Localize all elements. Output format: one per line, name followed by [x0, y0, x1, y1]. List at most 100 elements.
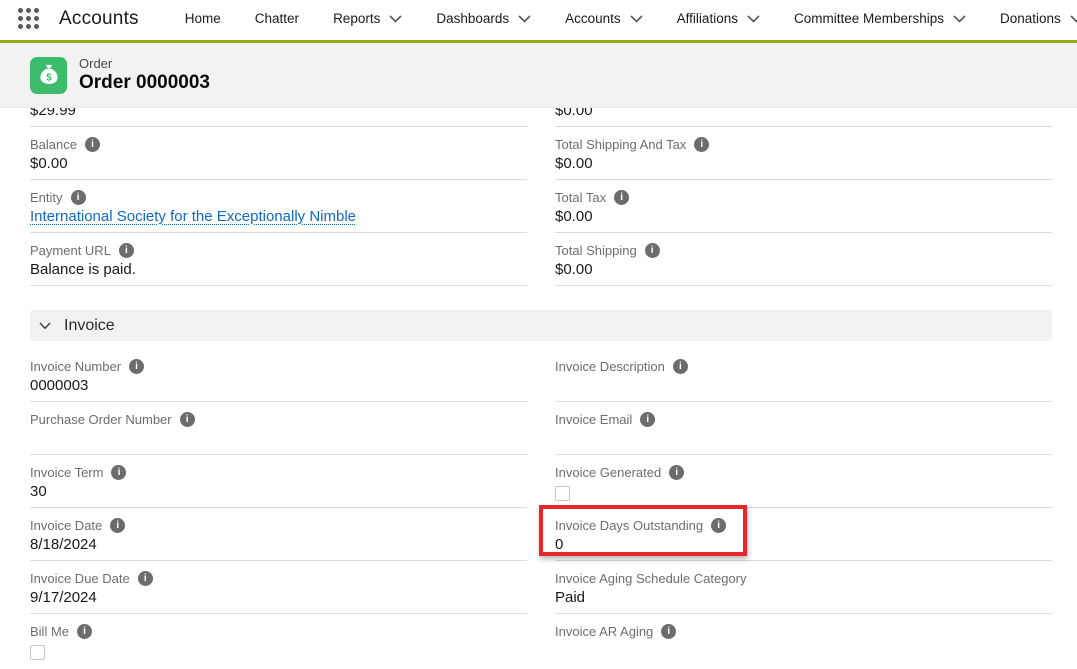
info-icon[interactable] [180, 412, 195, 427]
field-row-total-shipping: Total Shipping $0.00 [555, 233, 1052, 286]
chevron-down-icon[interactable] [953, 15, 966, 23]
info-icon[interactable] [645, 243, 660, 258]
info-icon[interactable] [669, 465, 684, 480]
field-label: Invoice AR Aging [555, 624, 653, 639]
info-icon[interactable] [711, 518, 726, 533]
field-label: Total Shipping [555, 243, 637, 258]
field-value: $0.00 [555, 155, 1052, 175]
field-label: Payment URL [30, 243, 111, 258]
field-label: Invoice Generated [555, 465, 661, 480]
info-icon[interactable] [673, 359, 688, 374]
field-row-payment-url: Payment URL Balance is paid. [30, 233, 527, 286]
info-icon[interactable] [111, 465, 126, 480]
info-icon[interactable] [138, 571, 153, 586]
app-name: Accounts [59, 8, 139, 30]
field-row-invoice-ar-aging: Invoice AR Aging [555, 614, 1052, 667]
field-label: Purchase Order Number [30, 412, 172, 427]
detail-right-column: $0.00 Total Shipping And Tax $0.00 Total… [555, 108, 1052, 286]
field-value [30, 430, 527, 450]
bill-me-checkbox[interactable] [30, 645, 45, 660]
field-label: Invoice Date [30, 518, 102, 533]
invoice-left-column: Invoice Number 0000003 Purchase Order Nu… [30, 349, 527, 667]
info-icon[interactable] [77, 624, 92, 639]
nav-tab-affiliations[interactable]: Affiliations [677, 11, 760, 26]
money-bag-icon: $ [30, 57, 67, 94]
record-type-label: Order [79, 56, 210, 71]
field-value: 30 [30, 483, 527, 503]
app-launcher-icon[interactable] [18, 8, 39, 29]
field-row-invoice-term: Invoice Term 30 [30, 455, 527, 508]
field-label: Invoice Due Date [30, 571, 130, 586]
field-value: 0000003 [30, 377, 527, 397]
field-row-invoice-aging-schedule-category: Invoice Aging Schedule Category Paid [555, 561, 1052, 614]
invoice-generated-checkbox[interactable] [555, 486, 570, 501]
field-label: Invoice Description [555, 359, 665, 374]
field-row-clipped: $29.99 [30, 108, 527, 127]
nav-tab-label: Home [185, 11, 221, 26]
field-value: 0 [555, 536, 1052, 556]
field-row-entity: Entity International Society for the Exc… [30, 180, 527, 233]
info-icon[interactable] [129, 359, 144, 374]
chevron-down-icon[interactable] [518, 15, 531, 23]
field-row-invoice-email: Invoice Email [555, 402, 1052, 455]
nav-tab-label: Affiliations [677, 11, 738, 26]
record-title: Order 0000003 [79, 72, 210, 94]
info-icon[interactable] [110, 518, 125, 533]
nav-tabs: Home Chatter Reports Dashboards Accounts… [185, 11, 1077, 26]
chevron-down-icon[interactable] [1070, 15, 1077, 23]
nav-tab-label: Chatter [255, 11, 299, 26]
field-label: Invoice Aging Schedule Category [555, 571, 747, 586]
field-value: $0.00 [30, 155, 527, 175]
chevron-down-icon[interactable] [389, 15, 402, 23]
field-row-purchase-order-number: Purchase Order Number [30, 402, 527, 455]
field-label: Total Tax [555, 190, 606, 205]
field-row-balance: Balance $0.00 [30, 127, 527, 180]
detail-fields-grid: $29.99 Balance $0.00 Entity Internationa… [30, 108, 1052, 286]
field-value: $0.00 [555, 108, 1052, 119]
nav-tab-label: Dashboards [436, 11, 509, 26]
field-row-bill-me: Bill Me [30, 614, 527, 667]
info-icon[interactable] [614, 190, 629, 205]
nav-tab-label: Accounts [565, 11, 621, 26]
nav-tab-reports[interactable]: Reports [333, 11, 402, 26]
nav-tab-dashboards[interactable]: Dashboards [436, 11, 531, 26]
section-header-invoice[interactable]: Invoice [30, 310, 1052, 341]
nav-tab-chatter[interactable]: Chatter [255, 11, 299, 26]
field-label: Invoice Term [30, 465, 103, 480]
field-label: Entity [30, 190, 63, 205]
invoice-fields-grid: Invoice Number 0000003 Purchase Order Nu… [30, 349, 1052, 667]
field-row-invoice-generated: Invoice Generated [555, 455, 1052, 508]
info-icon[interactable] [71, 190, 86, 205]
info-icon[interactable] [119, 243, 134, 258]
nav-tab-donations[interactable]: Donations [1000, 11, 1077, 26]
nav-tab-committee-memberships[interactable]: Committee Memberships [794, 11, 966, 26]
entity-link[interactable]: International Society for the Exceptiona… [30, 208, 527, 228]
chevron-down-icon[interactable] [630, 15, 643, 23]
field-value: 8/18/2024 [30, 536, 527, 556]
field-value [555, 642, 1052, 662]
field-value: 9/17/2024 [30, 589, 527, 609]
nav-tab-accounts[interactable]: Accounts [565, 11, 643, 26]
nav-tab-home[interactable]: Home [185, 11, 221, 26]
field-label: Total Shipping And Tax [555, 137, 686, 152]
field-label: Invoice Days Outstanding [555, 518, 703, 533]
section-title: Invoice [64, 317, 115, 335]
record-detail-panel: $29.99 Balance $0.00 Entity Internationa… [0, 108, 1077, 667]
nav-tab-label: Committee Memberships [794, 11, 944, 26]
field-row-invoice-number: Invoice Number 0000003 [30, 349, 527, 402]
field-value: $0.00 [555, 261, 1052, 281]
chevron-down-icon[interactable] [747, 15, 760, 23]
info-icon[interactable] [661, 624, 676, 639]
info-icon[interactable] [694, 137, 709, 152]
chevron-down-icon[interactable] [39, 322, 51, 330]
nav-tab-label: Donations [1000, 11, 1061, 26]
detail-left-column: $29.99 Balance $0.00 Entity Internationa… [30, 108, 527, 286]
field-label: Invoice Number [30, 359, 121, 374]
global-nav: Accounts Home Chatter Reports Dashboards… [0, 0, 1077, 43]
info-icon[interactable] [85, 137, 100, 152]
info-icon[interactable] [640, 412, 655, 427]
field-value [555, 377, 1052, 397]
nav-tab-label: Reports [333, 11, 380, 26]
field-row-clipped: $0.00 [555, 108, 1052, 127]
svg-text:$: $ [46, 73, 52, 84]
